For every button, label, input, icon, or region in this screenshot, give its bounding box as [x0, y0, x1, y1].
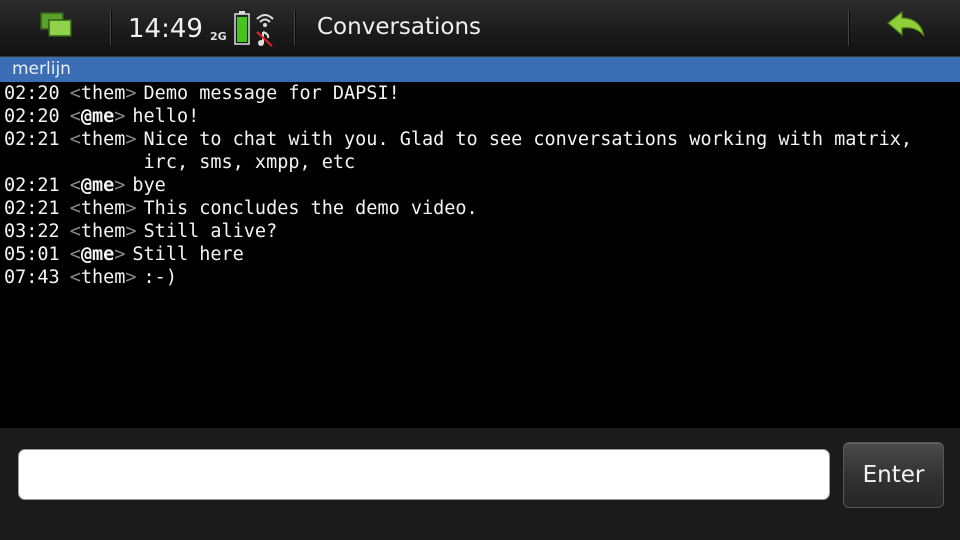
clock: 14:49 [128, 14, 203, 44]
message-sender: <them> [69, 83, 137, 104]
sender-name: them [80, 267, 126, 288]
message-text: Still alive? [143, 221, 278, 242]
sender-name: @me [80, 244, 115, 265]
message-input[interactable] [18, 449, 830, 500]
contact-bar: merlijn [0, 57, 960, 83]
separator [848, 10, 850, 46]
message-timestamp: 02:21 [4, 129, 60, 150]
message-timestamp: 07:43 [4, 267, 60, 288]
message-sender: <@me> [69, 106, 126, 127]
sender-name: them [80, 83, 126, 104]
sender-name: them [80, 221, 126, 242]
network-type-indicator: 2G [210, 30, 227, 43]
message-sender: <them> [69, 198, 137, 219]
message-timestamp: 02:21 [4, 175, 60, 196]
task-switcher-icon[interactable] [40, 12, 74, 40]
message-text: Still here [132, 244, 244, 265]
chat-message: 02:21 <@me> bye [0, 174, 960, 197]
back-arrow-icon[interactable] [884, 10, 926, 42]
composer-bar: Enter [0, 428, 960, 540]
chat-message: 02:21 <them> This concludes the demo video… [0, 197, 960, 220]
chat-message: 07:43 <them> :-) [0, 266, 960, 289]
message-sender: <them> [69, 221, 137, 242]
message-sender: <@me> [69, 244, 126, 265]
sender-name: them [80, 198, 126, 219]
message-timestamp: 03:22 [4, 221, 60, 242]
message-timestamp: 05:01 [4, 244, 60, 265]
battery-icon [234, 11, 250, 45]
enter-button[interactable]: Enter [843, 442, 944, 508]
message-sender: <@me> [69, 175, 126, 196]
wifi-muted-icon [256, 14, 274, 47]
message-timestamp: 02:20 [4, 83, 60, 104]
sender-name: @me [80, 106, 115, 127]
separator [294, 10, 296, 46]
message-sender: <them> [69, 129, 137, 150]
message-timestamp: 02:20 [4, 106, 60, 127]
chat-message: 05:01 <@me> Still here [0, 243, 960, 266]
chat-message: 03:22 <them> Still alive? [0, 220, 960, 243]
separator [110, 10, 112, 46]
page-title: Conversations [317, 14, 482, 40]
message-text: This concludes the demo video. [143, 198, 478, 219]
message-text: hello! [132, 106, 200, 127]
message-text: bye [132, 175, 166, 196]
chat-message: 02:20 <@me> hello! [0, 105, 960, 128]
chat-message: 02:20 <them> Demo message for DAPSI! [0, 82, 960, 105]
message-text: Nice to chat with you. Glad to see conve… [143, 129, 924, 173]
sender-name: them [80, 129, 126, 150]
message-timestamp: 02:21 [4, 198, 60, 219]
status-bar: 14:49 2G Conversations [0, 0, 960, 57]
message-sender: <them> [69, 267, 137, 288]
contact-name: merlijn [12, 59, 71, 79]
chat-message: 02:21 <them> Nice to chat with you. Glad t… [0, 128, 960, 174]
chat-log[interactable]: 02:20 <them> Demo message for DAPSI! 02:20 <… [0, 82, 960, 428]
sender-name: @me [80, 175, 115, 196]
message-text: Demo message for DAPSI! [143, 83, 400, 104]
message-text: :-) [143, 267, 177, 288]
